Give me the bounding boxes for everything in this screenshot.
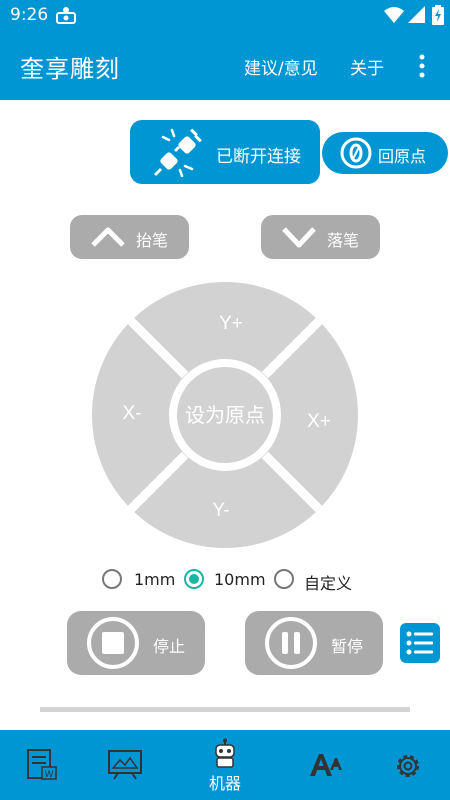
nav-image[interactable] [80, 730, 170, 800]
app-bar: 奎享雕刻 建议/意见 关于 [0, 30, 450, 100]
stop-icon [87, 617, 139, 669]
app-title: 奎享雕刻 [20, 55, 120, 83]
radio-10mm-label: 10mm [214, 570, 266, 589]
radio-custom-label: 自定义 [304, 574, 353, 593]
stop-label: 停止 [153, 637, 186, 656]
nav-text[interactable] [280, 730, 370, 800]
x-plus-label: X+ [307, 411, 331, 432]
radio-10mm[interactable] [184, 569, 204, 589]
disconnected-plug-icon [154, 128, 202, 178]
bottom-navigation: W 机器 [0, 730, 450, 800]
nav-document[interactable]: W [0, 730, 90, 800]
command-list-button[interactable] [400, 623, 440, 663]
wifi-icon [384, 7, 404, 23]
image-board-icon [108, 750, 142, 780]
radio-custom[interactable] [274, 569, 294, 589]
pen-up-label: 抬笔 [136, 231, 169, 250]
set-origin-label: 设为原点 [185, 403, 265, 427]
y-minus-label: Y- [212, 500, 229, 521]
gear-icon [397, 755, 419, 777]
connection-status-label: 已断开连接 [216, 147, 301, 167]
text-size-icon [310, 754, 342, 776]
signal-icon [408, 6, 425, 23]
progress-bar [40, 707, 410, 712]
chevron-down-icon [282, 227, 316, 248]
battery-icon [432, 5, 444, 25]
step-size-options: 1mm 10mm 自定义 [100, 566, 400, 596]
pen-down-label: 落笔 [327, 231, 360, 250]
status-time: 9:26 [10, 5, 49, 25]
robot-icon [215, 738, 235, 768]
status-bar: 9:26 [0, 0, 450, 30]
overflow-menu-icon[interactable] [416, 54, 428, 78]
pause-button[interactable]: 暂停 [245, 611, 383, 675]
document-edit-icon: W [27, 749, 57, 780]
pen-up-button[interactable]: 抬笔 [70, 215, 189, 259]
radio-1mm[interactable] [102, 569, 122, 589]
x-minus-label: X- [123, 403, 142, 424]
pause-label: 暂停 [331, 637, 364, 656]
direction-pad: Y+ Y- X- X+ 设为原点 [92, 282, 358, 548]
menu-suggestions[interactable]: 建议/意见 [244, 54, 318, 79]
home-button[interactable]: 回原点 [322, 132, 448, 174]
home-label: 回原点 [378, 147, 427, 166]
stop-button[interactable]: 停止 [67, 611, 205, 675]
chevron-up-icon [91, 227, 125, 247]
y-plus-label: Y+ [219, 313, 243, 334]
zero-icon [340, 137, 372, 169]
nav-machine-label: 机器 [208, 774, 241, 793]
connection-button[interactable]: 已断开连接 [130, 120, 320, 184]
nav-settings[interactable] [360, 730, 450, 800]
pause-icon [265, 617, 317, 669]
radio-1mm-label: 1mm [134, 570, 176, 589]
app-notification-icon [56, 7, 76, 24]
pen-down-button[interactable]: 落笔 [261, 215, 380, 259]
nav-machine[interactable]: 机器 [180, 730, 270, 800]
svg-text:W: W [45, 769, 54, 779]
list-icon [406, 631, 433, 655]
menu-about[interactable]: 关于 [350, 54, 384, 79]
